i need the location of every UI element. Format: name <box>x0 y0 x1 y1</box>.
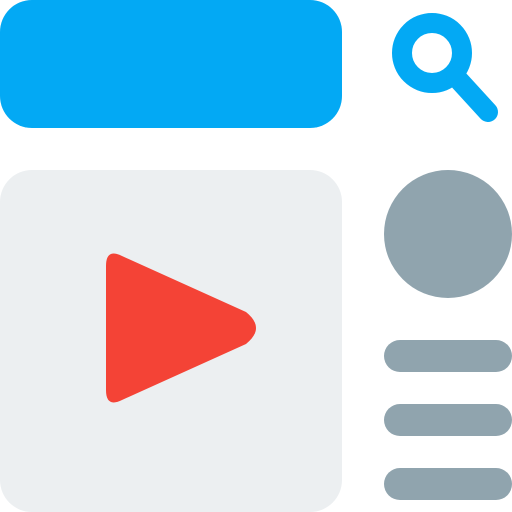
text-line-placeholder <box>384 404 512 436</box>
search-bar[interactable] <box>0 0 342 128</box>
video-page-icon <box>0 0 512 512</box>
text-line-placeholder <box>384 468 512 500</box>
search-icon-handle <box>446 67 498 122</box>
play-triangle <box>106 253 256 403</box>
play-icon[interactable] <box>100 250 260 410</box>
search-icon[interactable] <box>382 0 512 130</box>
avatar <box>384 170 512 298</box>
text-line-placeholder <box>384 340 512 372</box>
search-icon-svg <box>392 13 498 122</box>
play-icon-svg <box>106 253 256 403</box>
